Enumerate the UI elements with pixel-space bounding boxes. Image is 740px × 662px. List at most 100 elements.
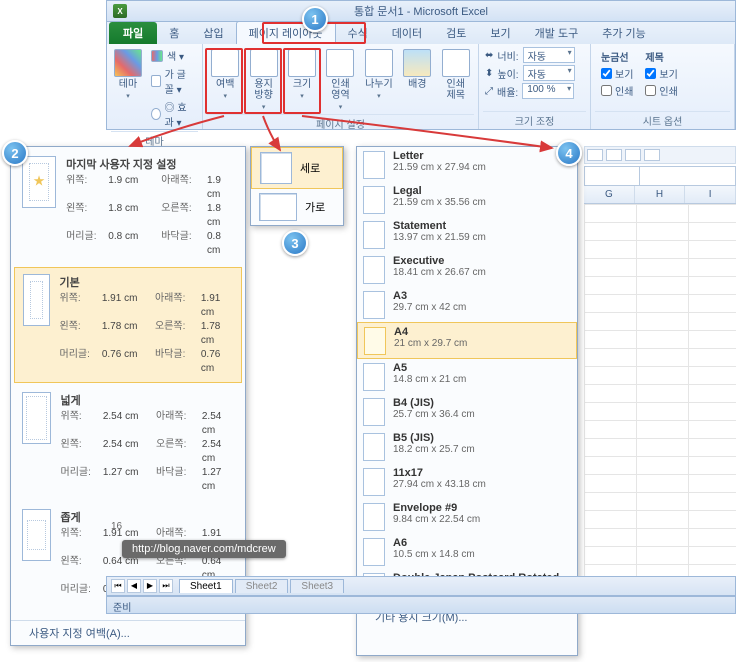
headings-print-checkbox[interactable]: 인쇄 xyxy=(643,82,679,99)
paper-icon xyxy=(363,468,385,496)
formula-bar[interactable] xyxy=(640,166,736,186)
size-option-b5-jis-[interactable]: B5 (JIS)18.2 cm x 25.7 cm xyxy=(357,429,577,464)
headings-view-checkbox[interactable]: 보기 xyxy=(643,65,679,82)
paper-icon xyxy=(363,433,385,461)
callout-badge-2: 2 xyxy=(2,140,28,166)
effects-icon xyxy=(151,108,161,120)
name-box[interactable] xyxy=(584,166,640,186)
breaks-button[interactable]: 나누기▾ xyxy=(361,46,397,103)
gridlines-print-checkbox[interactable]: 인쇄 xyxy=(599,82,635,99)
sheet-tab-1[interactable]: Sheet1 xyxy=(179,579,233,593)
height-icon: ⬍ xyxy=(485,68,493,79)
width-field[interactable]: 자동 xyxy=(523,47,575,63)
cells[interactable] xyxy=(584,204,736,576)
tab-review[interactable]: 검토 xyxy=(434,22,478,44)
size-option-a6[interactable]: A610.5 cm x 14.8 cm xyxy=(357,534,577,569)
orientation-dropdown: 세로 가로 xyxy=(250,146,344,226)
tab-file[interactable]: 파일 xyxy=(109,22,157,44)
tab-home[interactable]: 홈 xyxy=(157,22,191,44)
sheet-tab-3[interactable]: Sheet3 xyxy=(290,579,344,593)
titlebar: X 통합 문서1 - Microsoft Excel xyxy=(106,0,736,22)
size-option-executive[interactable]: Executive18.41 cm x 26.67 cm xyxy=(357,252,577,287)
margin-info: 넓게위쪽:2.54 cm아래쪽:2.54 cm왼쪽:2.54 cm오른쪽:2.5… xyxy=(61,392,234,494)
size-option-a3[interactable]: A329.7 cm x 42 cm xyxy=(357,287,577,322)
sheet-tab-bar: ⏮ ◀ ▶ ⏭ Sheet1 Sheet2 Sheet3 xyxy=(106,576,736,596)
margin-thumb-icon xyxy=(22,156,56,208)
tab-addins[interactable]: 추가 기능 xyxy=(590,22,658,44)
paper-icon xyxy=(363,291,385,319)
scale-field[interactable]: 100 % xyxy=(522,83,574,99)
margins-button[interactable]: 여백▾ xyxy=(207,46,243,103)
orientation-landscape[interactable]: 가로 xyxy=(251,189,343,225)
size-option-legal[interactable]: Legal21.59 cm x 35.56 cm xyxy=(357,182,577,217)
tab-developer[interactable]: 개발 도구 xyxy=(523,22,591,44)
size-option-a5[interactable]: A514.8 cm x 21 cm xyxy=(357,359,577,394)
margin-thumb-icon xyxy=(22,392,51,444)
callout-badge-1: 1 xyxy=(302,6,328,32)
ribbon: 테마 ▾ 색 ▾ 가 글꼴 ▾ ◎ 효과 ▾ 테마 여백▾ 용지 방향▾ 크기▾… xyxy=(106,44,736,130)
paper-icon xyxy=(363,221,385,249)
paper-icon xyxy=(363,363,385,391)
group-scale: ⬌너비:자동 ⬍높이:자동 ⤢배율:100 % 크기 조정 xyxy=(479,44,591,129)
window-title: 통합 문서1 - Microsoft Excel xyxy=(354,3,488,19)
orientation-button[interactable]: 용지 방향▾ xyxy=(245,46,281,114)
paper-icon xyxy=(363,503,385,531)
themes-button[interactable]: 테마 ▾ xyxy=(111,46,145,103)
fonts-icon xyxy=(151,75,161,87)
group-theme: 테마 ▾ 색 ▾ 가 글꼴 ▾ ◎ 효과 ▾ 테마 xyxy=(107,44,203,129)
paper-icon xyxy=(363,398,385,426)
background-button[interactable]: 배경 xyxy=(399,46,435,93)
size-option-11x17[interactable]: 11x1727.94 cm x 43.18 cm xyxy=(357,464,577,499)
tab-formulas[interactable]: 수식 xyxy=(336,22,380,44)
sheet-nav-last-icon[interactable]: ⏭ xyxy=(159,579,173,593)
margins-dropdown: 마지막 사용자 지정 설정위쪽:1.9 cm아래쪽:1.9 cm왼쪽:1.8 c… xyxy=(10,146,246,646)
theme-effects-button[interactable]: ◎ 효과 ▾ xyxy=(148,98,197,130)
sheet-nav-prev-icon[interactable]: ◀ xyxy=(127,579,141,593)
print-area-button[interactable]: 인쇄 영역▾ xyxy=(322,46,358,114)
scale-icon: ⤢ xyxy=(485,86,493,97)
theme-colors-button[interactable]: 색 ▾ xyxy=(148,47,197,64)
size-button[interactable]: 크기▾ xyxy=(284,46,320,103)
size-option-statement[interactable]: Statement13.97 cm x 21.59 cm xyxy=(357,217,577,252)
callout-badge-3: 3 xyxy=(282,230,308,256)
size-option-b4-jis-[interactable]: B4 (JIS)25.7 cm x 36.4 cm xyxy=(357,394,577,429)
worksheet-grid[interactable]: G H I xyxy=(584,186,736,576)
size-option-a4[interactable]: A421 cm x 29.7 cm xyxy=(357,322,577,359)
margin-option-2[interactable]: 넓게위쪽:2.54 cm아래쪽:2.54 cm왼쪽:2.54 cm오른쪽:2.5… xyxy=(14,386,242,500)
height-field[interactable]: 자동 xyxy=(523,65,575,81)
size-option-letter[interactable]: Letter21.59 cm x 27.94 cm xyxy=(357,147,577,182)
paper-icon xyxy=(363,538,385,566)
size-option-envelope-9[interactable]: Envelope #99.84 cm x 22.54 cm xyxy=(357,499,577,534)
view-custom-icon[interactable] xyxy=(644,149,660,161)
sheet-nav-next-icon[interactable]: ▶ xyxy=(143,579,157,593)
sheet-tab-2[interactable]: Sheet2 xyxy=(235,579,289,593)
paper-icon xyxy=(363,186,385,214)
gridlines-view-checkbox[interactable]: 보기 xyxy=(599,65,635,82)
print-titles-icon xyxy=(442,49,470,77)
sheet-nav[interactable]: ⏮ ◀ ▶ ⏭ xyxy=(107,579,177,593)
tab-data[interactable]: 데이터 xyxy=(380,22,434,44)
formula-bar-row xyxy=(584,166,736,186)
column-headers[interactable]: G H I xyxy=(584,186,736,204)
sheet-nav-first-icon[interactable]: ⏮ xyxy=(111,579,125,593)
print-titles-button[interactable]: 인쇄 제목 xyxy=(438,46,474,104)
view-layout-icon[interactable] xyxy=(606,149,622,161)
margin-option-0[interactable]: 마지막 사용자 지정 설정위쪽:1.9 cm아래쪽:1.9 cm왼쪽:1.8 c… xyxy=(14,150,242,264)
theme-fonts-button[interactable]: 가 글꼴 ▾ xyxy=(148,65,197,97)
tab-view[interactable]: 보기 xyxy=(478,22,522,44)
group-page-setup: 여백▾ 용지 방향▾ 크기▾ 인쇄 영역▾ 나누기▾ 배경 인쇄 제목 페이지 … xyxy=(203,44,479,129)
orientation-portrait[interactable]: 세로 xyxy=(251,147,343,189)
view-switcher[interactable] xyxy=(584,146,736,164)
paper-icon xyxy=(364,327,386,355)
view-normal-icon[interactable] xyxy=(587,149,603,161)
status-ready: 준비 xyxy=(113,603,131,614)
status-bar: 준비 xyxy=(106,596,736,614)
view-break-icon[interactable] xyxy=(625,149,641,161)
margins-custom[interactable]: 사용자 지정 여백(A)... xyxy=(11,620,245,645)
margin-option-1[interactable]: 기본위쪽:1.91 cm아래쪽:1.91 cm왼쪽:1.78 cm오른쪽:1.7… xyxy=(14,267,242,383)
tab-insert[interactable]: 삽입 xyxy=(191,22,235,44)
margin-thumb-icon xyxy=(22,509,51,561)
paper-icon xyxy=(363,151,385,179)
source-url: http://blog.naver.com/mdcrew xyxy=(122,540,286,558)
margins-icon xyxy=(211,49,239,77)
